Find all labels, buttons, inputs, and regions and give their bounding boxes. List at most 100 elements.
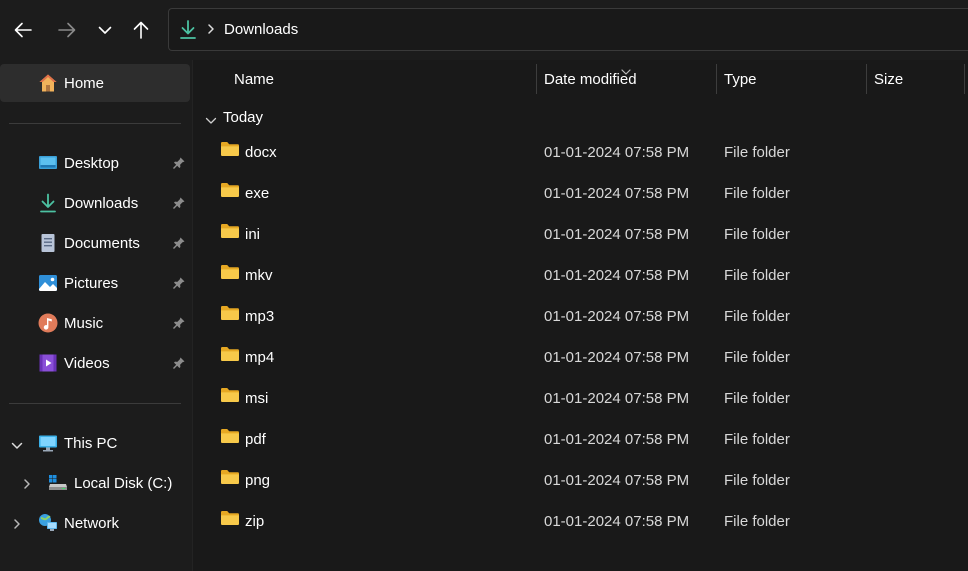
file-type: File folder xyxy=(724,185,790,202)
address-bar[interactable]: Downloads xyxy=(168,8,968,51)
recent-locations-button[interactable] xyxy=(90,14,120,46)
folder-icon xyxy=(220,264,240,284)
file-row-msi[interactable]: msi 01-01-2024 07:58 PM File folder xyxy=(193,378,968,418)
sidebar-item-network[interactable]: Network xyxy=(0,504,190,542)
sidebar-item-label: Music xyxy=(64,315,104,332)
file-row-exe[interactable]: exe 01-01-2024 07:58 PM File folder xyxy=(193,173,968,213)
folder-icon xyxy=(220,510,240,530)
file-row-mkv[interactable]: mkv 01-01-2024 07:58 PM File folder xyxy=(193,255,968,295)
file-date-modified: 01-01-2024 07:58 PM xyxy=(544,144,690,161)
folder-icon xyxy=(220,428,240,448)
file-type: File folder xyxy=(724,144,790,161)
file-date-modified: 01-01-2024 07:58 PM xyxy=(544,390,690,407)
file-date-modified: 01-01-2024 07:58 PM xyxy=(544,349,690,366)
file-type: File folder xyxy=(724,226,790,243)
file-type: File folder xyxy=(724,349,790,366)
folder-icon xyxy=(220,223,240,243)
sidebar-item-pictures[interactable]: Pictures xyxy=(0,264,190,302)
sidebar-item-label: Home xyxy=(64,75,105,92)
sidebar-item-downloads[interactable]: Downloads xyxy=(0,184,190,222)
sidebar-item-home[interactable]: Home xyxy=(0,64,190,102)
file-type: File folder xyxy=(724,472,790,489)
file-row-zip[interactable]: zip 01-01-2024 07:58 PM File folder xyxy=(193,501,968,541)
file-name: ini xyxy=(245,226,261,243)
file-date-modified: 01-01-2024 07:58 PM xyxy=(544,267,690,284)
sidebar-item-local-disk[interactable]: Local Disk (C:) xyxy=(0,464,190,502)
forward-button[interactable] xyxy=(52,14,82,46)
sidebar-item-label: Videos xyxy=(64,355,110,372)
folder-icon xyxy=(220,182,240,202)
column-divider[interactable] xyxy=(536,64,537,94)
file-date-modified: 01-01-2024 07:58 PM xyxy=(544,185,690,202)
column-header-size[interactable]: Size xyxy=(874,71,903,88)
file-date-modified: 01-01-2024 07:58 PM xyxy=(544,513,690,530)
chevron-down-icon[interactable] xyxy=(11,438,23,455)
file-name: zip xyxy=(245,513,265,530)
file-name: exe xyxy=(245,185,270,202)
file-name: mp3 xyxy=(245,308,275,325)
folder-icon xyxy=(220,387,240,407)
sidebar-item-videos[interactable]: Videos xyxy=(0,344,190,382)
chevron-right-icon xyxy=(207,22,215,39)
arrow-left-icon xyxy=(14,22,32,38)
sidebar-item-this-pc[interactable]: This PC xyxy=(0,424,190,462)
column-header-name[interactable]: Name xyxy=(234,71,274,88)
this-pc-icon xyxy=(38,433,58,453)
music-icon xyxy=(38,313,58,333)
file-date-modified: 01-01-2024 07:58 PM xyxy=(544,308,690,325)
chevron-down-icon xyxy=(98,26,112,34)
navigation-bar: Downloads xyxy=(0,0,968,60)
file-row-docx[interactable]: docx 01-01-2024 07:58 PM File folder xyxy=(193,132,968,172)
column-header-type[interactable]: Type xyxy=(724,71,757,88)
drive-icon xyxy=(48,473,68,493)
column-header-date-modified[interactable]: Date modified xyxy=(544,71,637,88)
file-type: File folder xyxy=(724,390,790,407)
column-divider[interactable] xyxy=(866,64,867,94)
sidebar-divider xyxy=(9,403,181,404)
pin-icon xyxy=(172,276,186,294)
arrow-right-icon xyxy=(58,22,76,38)
file-list-pane: Name Date modified Type Size Today docx … xyxy=(192,60,968,571)
up-button[interactable] xyxy=(126,14,156,46)
file-type: File folder xyxy=(724,308,790,325)
file-row-mp3[interactable]: mp3 01-01-2024 07:58 PM File folder xyxy=(193,296,968,336)
file-row-ini[interactable]: ini 01-01-2024 07:58 PM File folder xyxy=(193,214,968,254)
column-divider[interactable] xyxy=(964,64,965,94)
file-name: png xyxy=(245,472,271,489)
chevron-right-icon[interactable] xyxy=(13,517,21,534)
file-date-modified: 01-01-2024 07:58 PM xyxy=(544,472,690,489)
sidebar-item-label: Local Disk (C:) xyxy=(74,475,173,492)
file-name: docx xyxy=(245,144,277,161)
sidebar-item-desktop[interactable]: Desktop xyxy=(0,144,190,182)
documents-icon xyxy=(38,233,58,253)
pin-icon xyxy=(172,156,186,174)
sidebar-item-music[interactable]: Music xyxy=(0,304,190,342)
file-type: File folder xyxy=(724,267,790,284)
sidebar-item-label: Downloads xyxy=(64,195,139,212)
sidebar-item-label: Pictures xyxy=(64,275,119,292)
home-icon xyxy=(38,73,58,93)
file-name: mp4 xyxy=(245,349,275,366)
pin-icon xyxy=(172,196,186,214)
file-row-png[interactable]: png 01-01-2024 07:58 PM File folder xyxy=(193,460,968,500)
folder-icon xyxy=(220,469,240,489)
file-row-pdf[interactable]: pdf 01-01-2024 07:58 PM File folder xyxy=(193,419,968,459)
breadcrumb-downloads[interactable]: Downloads xyxy=(224,21,298,38)
file-type: File folder xyxy=(724,513,790,530)
sidebar-item-label: Desktop xyxy=(64,155,120,172)
navigation-pane: Home Desktop Downloads Documents Picture… xyxy=(0,60,192,571)
downloads-icon xyxy=(38,193,58,213)
pin-icon xyxy=(172,316,186,334)
sidebar-item-documents[interactable]: Documents xyxy=(0,224,190,262)
back-button[interactable] xyxy=(8,14,38,46)
videos-icon xyxy=(38,353,58,373)
file-row-mp4[interactable]: mp4 01-01-2024 07:58 PM File folder xyxy=(193,337,968,377)
arrow-up-icon xyxy=(133,21,149,39)
pin-icon xyxy=(172,236,186,254)
column-divider[interactable] xyxy=(716,64,717,94)
chevron-right-icon[interactable] xyxy=(23,477,31,494)
sidebar-item-label: This PC xyxy=(64,435,118,452)
file-name: msi xyxy=(245,390,269,407)
folder-icon xyxy=(220,305,240,325)
sidebar-item-label: Network xyxy=(64,515,120,532)
